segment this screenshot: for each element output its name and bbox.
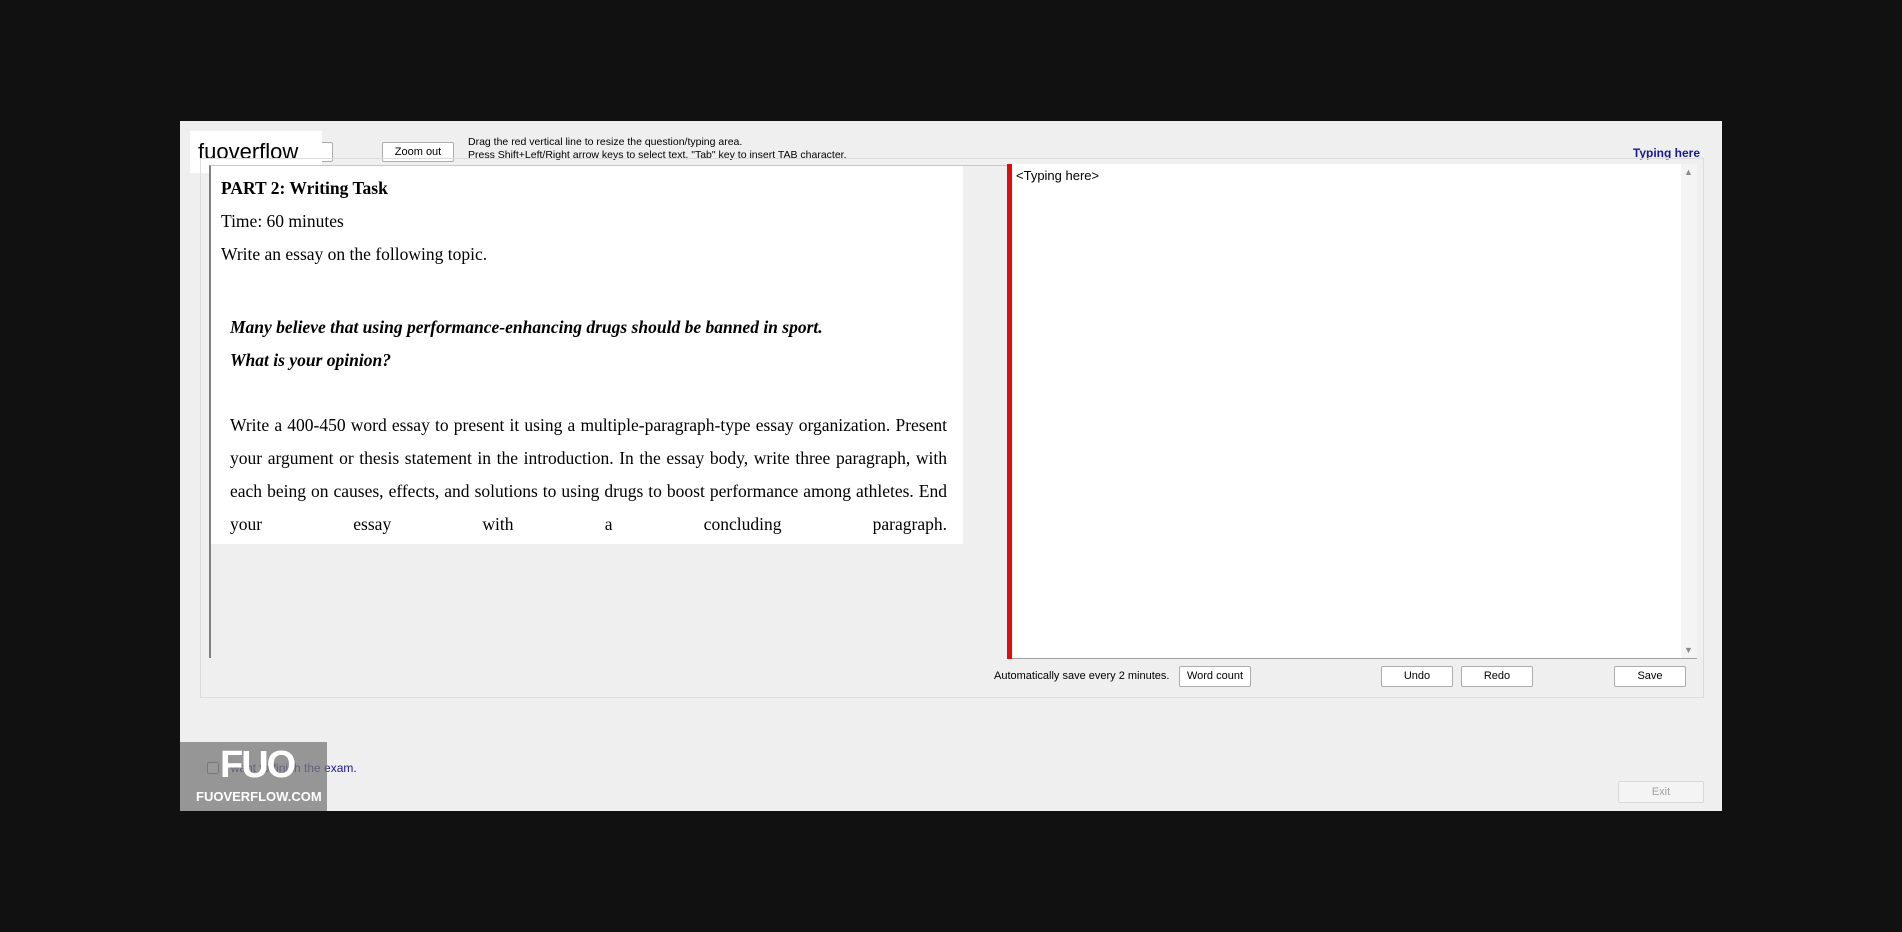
essay-prompt: Many believe that using performance-enha… — [230, 311, 930, 377]
typing-area-title: Typing here — [1632, 146, 1700, 160]
hint-line-1: Drag the red vertical line to resize the… — [468, 136, 743, 148]
save-button[interactable]: Save — [1614, 666, 1686, 687]
typing-editor[interactable]: <Typing here> ▲ ▼ — [1012, 164, 1697, 659]
exam-window: al size Zoom out Drag the red vertical l… — [180, 121, 1722, 811]
scroll-up-icon[interactable]: ▲ — [1684, 167, 1693, 177]
question-time: Time: 60 minutes — [221, 211, 344, 231]
scroll-down-icon[interactable]: ▼ — [1684, 645, 1693, 655]
autosave-notice: Automatically save every 2 minutes. — [994, 670, 1170, 682]
essay-requirements: Write a 400-450 word essay to present it… — [230, 415, 947, 534]
question-content: PART 2: Writing Task Time: 60 minutes Wr… — [211, 166, 963, 544]
exit-button[interactable]: Exit — [1618, 781, 1704, 803]
word-count-button[interactable]: Word count — [1179, 666, 1251, 687]
watermark-logo: FUO — [220, 744, 296, 786]
question-instruction: Write an essay on the following topic. — [221, 244, 488, 264]
essay-prompt-line-2: What is your opinion? — [230, 350, 391, 370]
redo-button[interactable]: Redo — [1461, 666, 1533, 687]
editor-placeholder: <Typing here> — [1016, 168, 1100, 183]
hint-line-2: Press Shift+Left/Right arrow keys to sel… — [468, 148, 847, 161]
toolbar-hint: Drag the red vertical line to resize the… — [468, 136, 847, 161]
watermark-badge: FUO FUOVERFLOW.COM — [180, 742, 327, 811]
zoom-out-button[interactable]: Zoom out — [382, 142, 454, 162]
essay-prompt-line-1: Many believe that using performance-enha… — [230, 317, 823, 337]
watermark-text: FUOVERFLOW.COM — [196, 789, 322, 804]
editor-scrollbar[interactable]: ▲ ▼ — [1681, 164, 1697, 658]
undo-button[interactable]: Undo — [1381, 666, 1453, 687]
question-title: PART 2: Writing Task — [221, 178, 388, 198]
